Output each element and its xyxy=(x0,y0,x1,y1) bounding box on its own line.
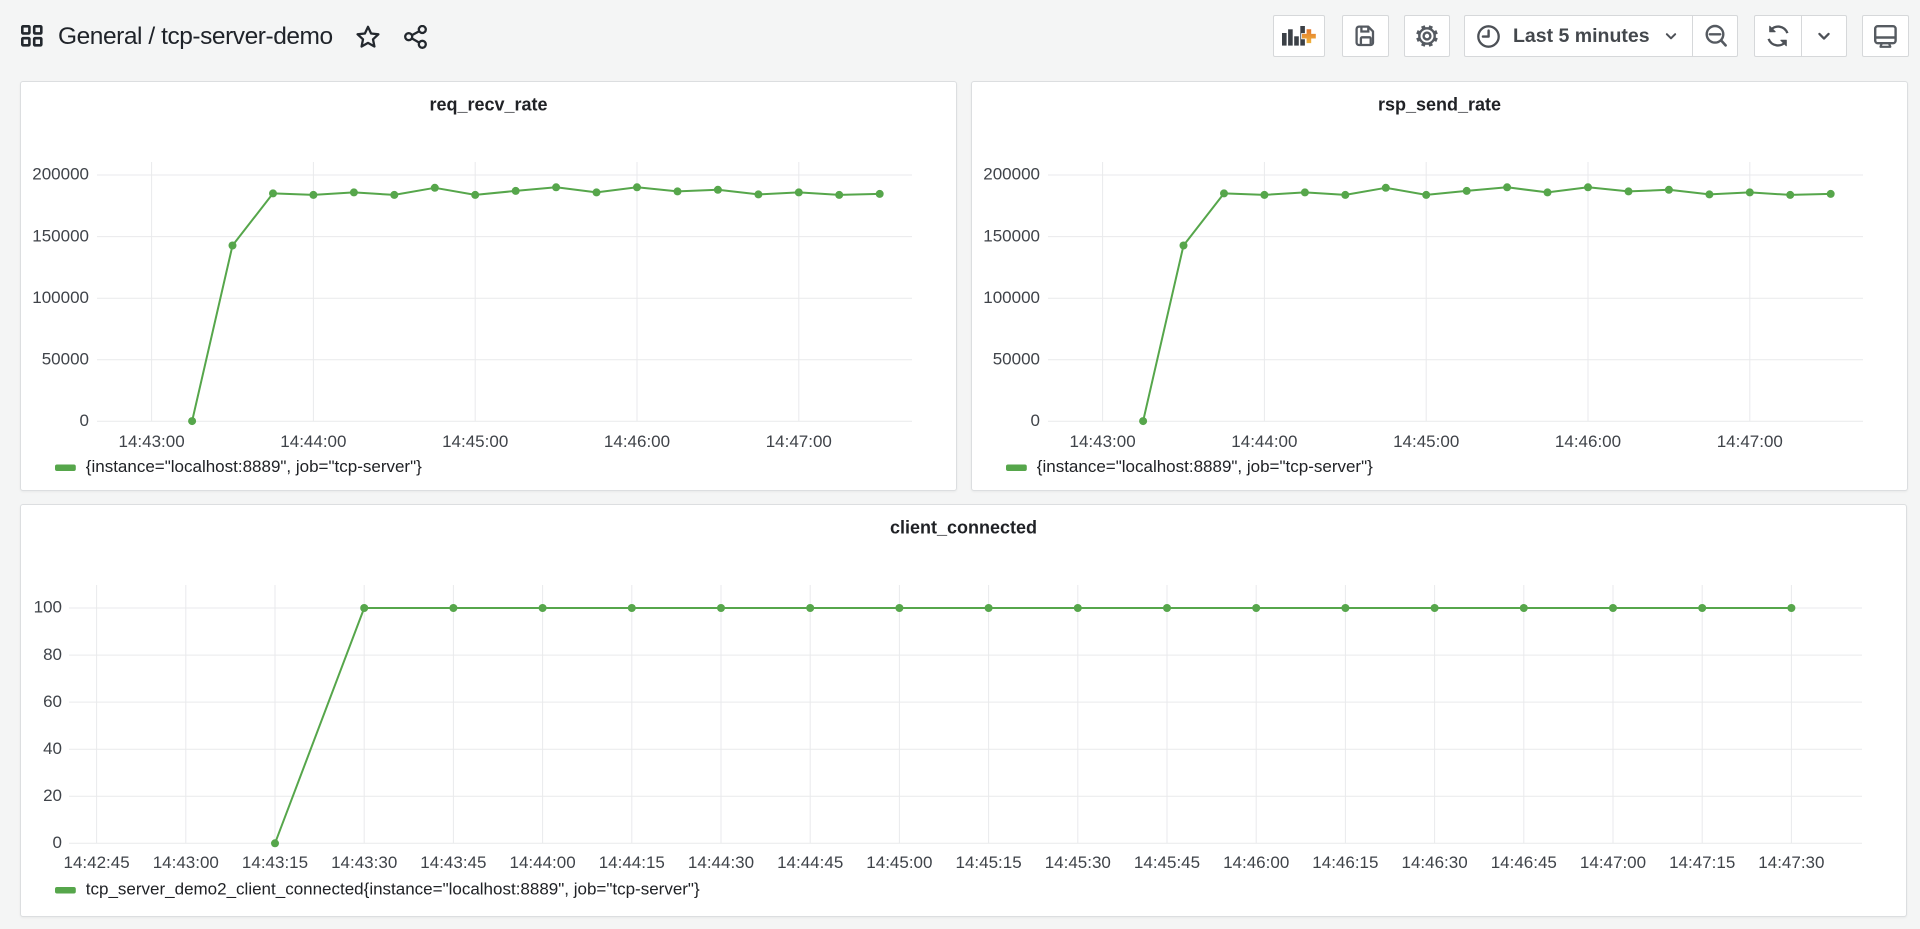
svg-text:14:44:30: 14:44:30 xyxy=(688,853,754,872)
svg-text:rsp_send_rate: rsp_send_rate xyxy=(1377,95,1500,115)
svg-text:client_connected: client_connected xyxy=(890,518,1037,538)
svg-text:14:46:15: 14:46:15 xyxy=(1312,853,1378,872)
svg-text:14:44:00: 14:44:00 xyxy=(280,432,346,451)
svg-text:14:43:15: 14:43:15 xyxy=(242,853,308,872)
svg-text:14:43:30: 14:43:30 xyxy=(331,853,397,872)
svg-text:14:44:45: 14:44:45 xyxy=(777,853,843,872)
svg-text:0: 0 xyxy=(80,411,89,430)
svg-text:150000: 150000 xyxy=(32,226,89,245)
svg-text:{instance="localhost:8889", jo: {instance="localhost:8889", job="tcp-ser… xyxy=(1036,457,1372,476)
svg-text:14:47:00: 14:47:00 xyxy=(1716,432,1782,451)
svg-text:0: 0 xyxy=(1030,411,1039,430)
svg-text:14:44:00: 14:44:00 xyxy=(1231,432,1297,451)
svg-text:{instance="localhost:8889", jo: {instance="localhost:8889", job="tcp-ser… xyxy=(86,457,422,476)
svg-text:14:45:30: 14:45:30 xyxy=(1045,853,1111,872)
svg-text:14:43:00: 14:43:00 xyxy=(153,853,219,872)
svg-text:14:45:15: 14:45:15 xyxy=(956,853,1022,872)
svg-text:20: 20 xyxy=(43,786,62,805)
svg-text:14:43:00: 14:43:00 xyxy=(1069,432,1135,451)
svg-text:14:46:45: 14:46:45 xyxy=(1491,853,1557,872)
svg-text:50000: 50000 xyxy=(992,350,1039,369)
svg-text:100000: 100000 xyxy=(32,288,89,307)
svg-text:14:47:30: 14:47:30 xyxy=(1758,853,1824,872)
svg-text:50000: 50000 xyxy=(42,350,89,369)
svg-text:14:45:45: 14:45:45 xyxy=(1134,853,1200,872)
svg-text:14:44:00: 14:44:00 xyxy=(510,853,576,872)
svg-text:14:45:00: 14:45:00 xyxy=(1393,432,1459,451)
svg-text:14:47:00: 14:47:00 xyxy=(766,432,832,451)
svg-text:14:44:15: 14:44:15 xyxy=(599,853,665,872)
svg-text:14:46:00: 14:46:00 xyxy=(1554,432,1620,451)
svg-text:14:46:00: 14:46:00 xyxy=(1223,853,1289,872)
svg-text:80: 80 xyxy=(43,645,62,664)
svg-text:40: 40 xyxy=(43,739,62,758)
svg-text:14:45:00: 14:45:00 xyxy=(866,853,932,872)
svg-text:150000: 150000 xyxy=(983,226,1040,245)
svg-text:14:47:00: 14:47:00 xyxy=(1580,853,1646,872)
svg-text:100000: 100000 xyxy=(983,288,1040,307)
svg-text:60: 60 xyxy=(43,692,62,711)
svg-text:100: 100 xyxy=(34,598,62,617)
svg-text:14:45:00: 14:45:00 xyxy=(442,432,508,451)
svg-text:14:46:30: 14:46:30 xyxy=(1402,853,1468,872)
svg-text:14:43:45: 14:43:45 xyxy=(420,853,486,872)
svg-text:200000: 200000 xyxy=(32,165,89,184)
svg-text:14:42:45: 14:42:45 xyxy=(64,853,130,872)
svg-text:req_recv_rate: req_recv_rate xyxy=(429,95,547,115)
svg-text:14:46:00: 14:46:00 xyxy=(604,432,670,451)
svg-text:14:43:00: 14:43:00 xyxy=(119,432,185,451)
svg-text:200000: 200000 xyxy=(983,165,1040,184)
svg-text:tcp_server_demo2_client_connec: tcp_server_demo2_client_connected{instan… xyxy=(86,879,700,898)
svg-text:0: 0 xyxy=(53,833,62,852)
svg-text:14:47:15: 14:47:15 xyxy=(1669,853,1735,872)
